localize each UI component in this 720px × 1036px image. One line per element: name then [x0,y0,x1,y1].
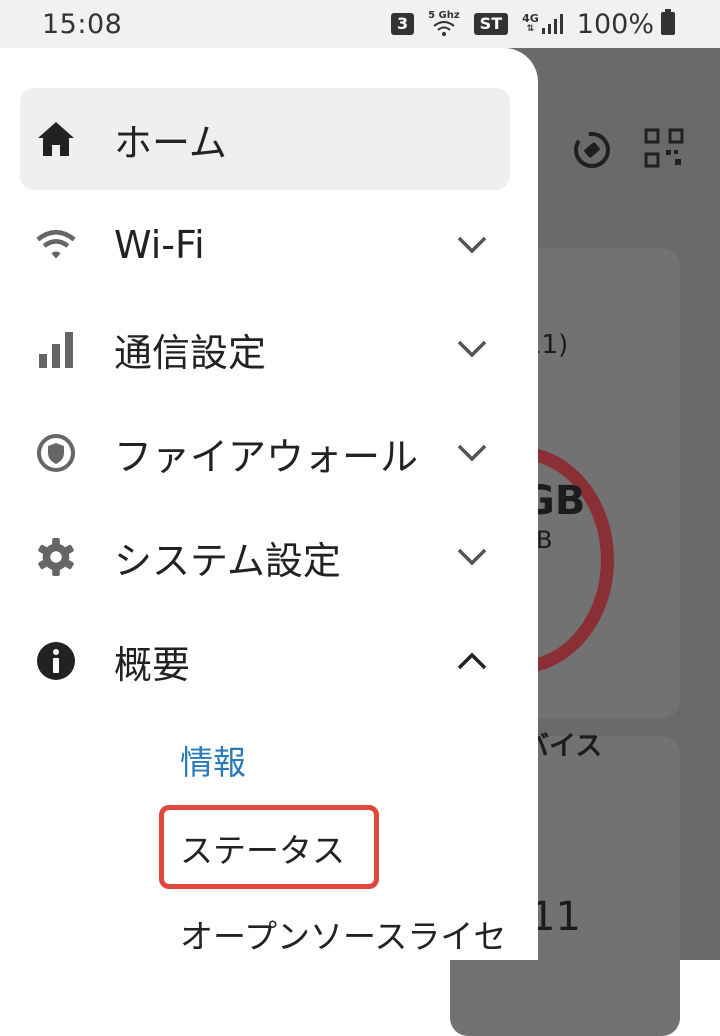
nav-label-about: 概要 [114,642,191,687]
nav-item-firewall[interactable]: ファイアウォール [20,402,510,504]
nav-label-firewall: ファイアウォール [114,434,419,479]
nav-item-wifi[interactable]: Wi-Fi [20,194,510,296]
network-type-label: 4G [522,12,539,25]
status-bar: 15:08 3 5 Ghz ST 4G ⇅ 100% [0,0,720,48]
st-badge: ST [473,13,509,35]
chevron-down-icon[interactable] [454,331,490,367]
usage-limit-fragment: B [536,526,553,554]
wifi-band-label: 5 Ghz [428,10,460,21]
chevron-up-icon[interactable] [454,643,490,679]
signal-bars-icon [36,329,76,369]
home-icon [36,119,76,159]
qr-code-icon[interactable] [644,128,684,176]
nav-label-wifi: Wi-Fi [114,223,205,267]
sync-icon[interactable] [570,128,614,176]
chevron-down-icon[interactable] [454,227,490,263]
nav-label-home: ホーム [114,120,227,165]
nav-item-connection-settings[interactable]: 通信設定 [20,298,510,400]
nav-item-home[interactable]: ホーム [20,88,510,190]
nav-item-system-settings[interactable]: システム設定 [20,506,510,608]
gear-icon [36,537,76,577]
status-highlight-box [159,805,379,889]
header-actions [570,128,684,176]
chevron-down-icon[interactable] [454,435,490,471]
battery-icon [660,9,676,39]
wifi-5ghz-icon: 5 Ghz [428,11,460,37]
wifi-icon [36,225,76,265]
status-icons: 3 5 Ghz ST 4G ⇅ 100% [390,8,676,40]
status-time: 15:08 [42,8,123,40]
sub-item-open-source-license[interactable]: オープンソースライセ [180,910,506,958]
notification-count-badge: 3 [390,13,415,35]
nav-label-system-settings: システム設定 [114,538,341,583]
battery-percent: 100% [576,8,654,40]
info-icon [36,641,76,681]
chevron-down-icon[interactable] [454,539,490,575]
shield-icon [36,433,76,473]
network-4g-icon: 4G ⇅ [522,13,563,35]
nav-label-connection-settings: 通信設定 [114,330,267,375]
sub-item-info[interactable]: 情報 [180,736,246,784]
nav-item-about[interactable]: 概要 [20,610,510,712]
